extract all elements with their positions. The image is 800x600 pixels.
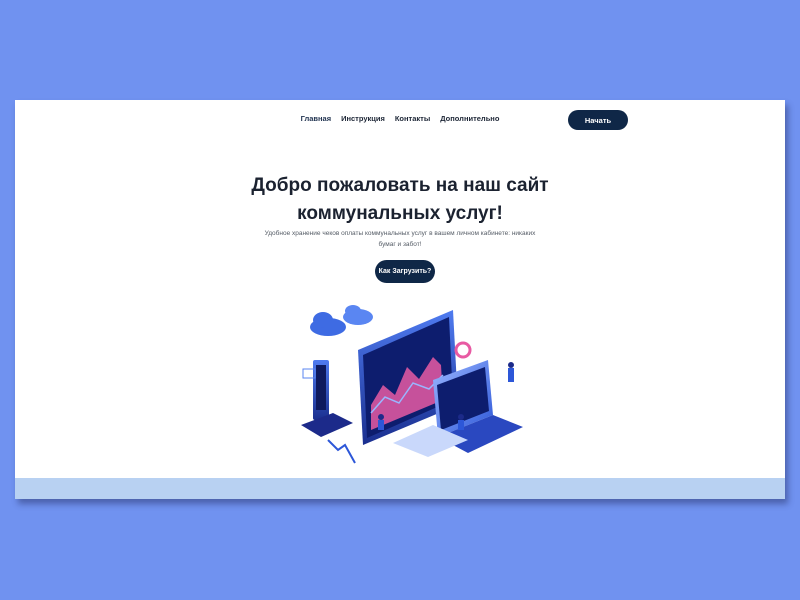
cloud-icon xyxy=(310,305,373,336)
hero-subtitle-line2: бумаг и забот! xyxy=(378,241,422,248)
arrow-icon xyxy=(327,439,356,464)
page-frame: Главная Инструкция Контакты Дополнительн… xyxy=(15,100,785,499)
phone-icon xyxy=(301,360,353,437)
nav-contacts[interactable]: Контакты xyxy=(395,114,430,123)
hero-title-line2: коммунальных услуг! xyxy=(297,203,503,224)
nav-home[interactable]: Главная xyxy=(301,114,332,123)
footer-band xyxy=(15,478,785,499)
donut-chart-icon xyxy=(454,341,472,359)
hero-subtitle: Удобное хранение чеков оплаты коммунальн… xyxy=(255,228,545,250)
start-button[interactable]: Начать xyxy=(568,110,628,130)
hero-subtitle-line1: Удобное хранение чеков оплаты коммунальн… xyxy=(264,230,536,237)
nav-instructions[interactable]: Инструкция xyxy=(341,114,385,123)
hero-title: Добро пожаловать на наш сайт коммунальны… xyxy=(15,172,785,228)
main-nav: Главная Инструкция Контакты Дополнительн… xyxy=(15,114,785,123)
hero-title-line1: Добро пожаловать на наш сайт xyxy=(251,175,549,196)
how-to-upload-button[interactable]: Как Загрузить? xyxy=(375,260,435,283)
hero-illustration xyxy=(301,305,523,464)
nav-additional[interactable]: Дополнительно xyxy=(440,114,499,123)
